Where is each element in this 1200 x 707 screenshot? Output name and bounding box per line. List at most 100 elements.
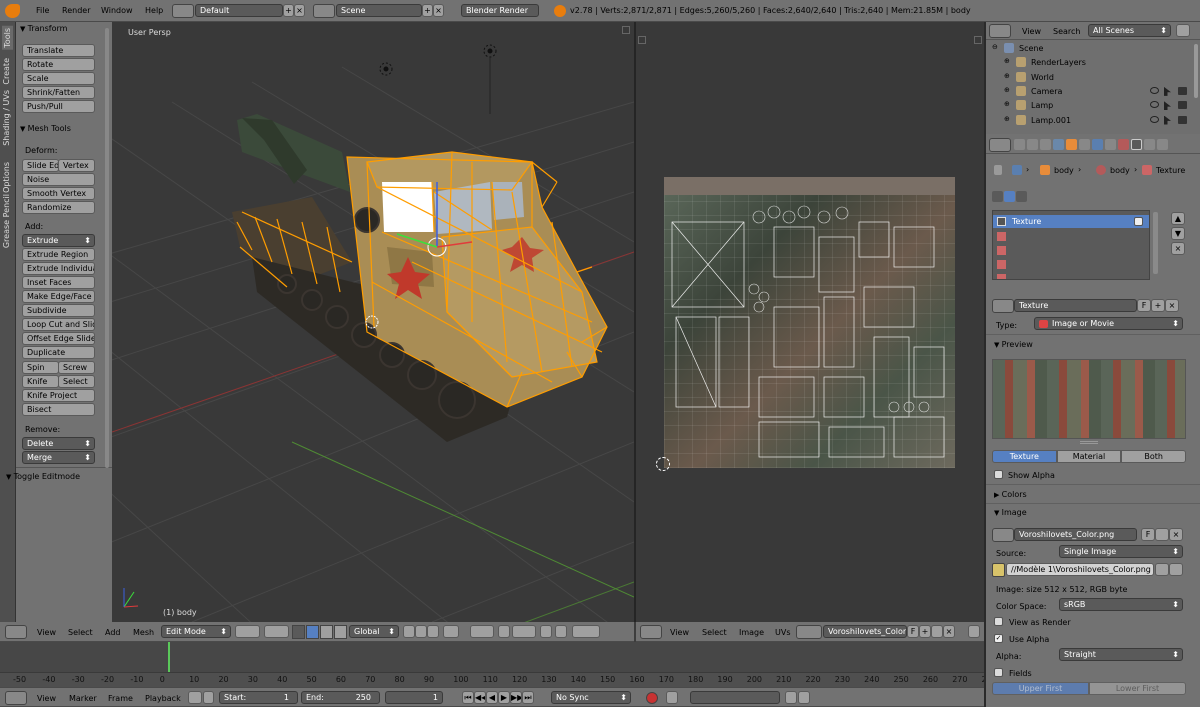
expand-arrow-icon[interactable]: ⊕	[1004, 86, 1010, 94]
other-texture-context-icon[interactable]	[1016, 191, 1027, 202]
image-pin-button[interactable]	[968, 625, 980, 638]
outliner-item-label[interactable]: Scene	[1019, 44, 1043, 53]
particles-tab-icon[interactable]	[1144, 139, 1155, 150]
texture-unlink-button[interactable]: ×	[1165, 299, 1179, 312]
expand-arrow-icon[interactable]: ⊕	[1004, 100, 1010, 108]
rotate-manipulator-icon[interactable]	[320, 625, 333, 639]
renderability-camera-icon[interactable]	[1178, 86, 1187, 95]
texture-slot-empty-icon[interactable]	[997, 274, 1006, 279]
inset-faces-button[interactable]: Inset Faces	[22, 276, 95, 289]
3d-menu-select[interactable]: Select	[68, 628, 93, 637]
editor-type-image-icon[interactable]	[640, 625, 662, 639]
slot-clear-button[interactable]: ×	[1171, 242, 1185, 255]
timeline-lock-button[interactable]	[203, 691, 214, 704]
remove-layout-button[interactable]: ×	[294, 4, 305, 17]
breadcrumb-object[interactable]: body	[1054, 166, 1074, 175]
expand-arrow-icon[interactable]: ⊕	[1004, 57, 1010, 65]
start-frame-field[interactable]: Start: 1	[219, 691, 298, 704]
outliner-item-label[interactable]: Camera	[1031, 87, 1062, 96]
outliner-menu-search[interactable]: Search	[1053, 27, 1080, 36]
jump-end-button[interactable]: ⏭	[522, 691, 534, 704]
uv-menu-view[interactable]: View	[670, 628, 689, 637]
opengl-render-button[interactable]	[572, 625, 600, 638]
editor-type-3d-icon[interactable]	[5, 625, 27, 639]
add-scene-button[interactable]: +	[422, 4, 433, 17]
toolshelf-scrollbar[interactable]	[105, 28, 109, 468]
filepath-browse-button[interactable]	[1155, 563, 1169, 576]
slot-move-up-button[interactable]: ▲	[1171, 212, 1185, 225]
interaction-mode-select[interactable]: Edit Mode ⬍	[161, 625, 231, 638]
remove-scene-button[interactable]: ×	[433, 4, 444, 17]
material-tab-icon[interactable]	[1118, 139, 1129, 150]
end-frame-field[interactable]: End: 250	[301, 691, 380, 704]
world-tab-icon[interactable]	[1053, 139, 1064, 150]
viewport-split-handle-icon[interactable]	[622, 26, 630, 34]
view-as-render-checkbox[interactable]	[994, 617, 1003, 626]
noise-button[interactable]: Noise	[22, 173, 95, 186]
screw-button[interactable]: Screw	[58, 361, 95, 374]
preview-material-tab[interactable]: Material	[1056, 450, 1122, 463]
knife-select-button[interactable]: Select	[58, 375, 95, 388]
scene-field[interactable]: Scene	[336, 4, 422, 17]
outliner-item-label[interactable]: Lamp.001	[1031, 116, 1071, 125]
translate-manipulator-icon[interactable]	[306, 625, 319, 639]
object-tab-icon[interactable]	[1066, 139, 1077, 150]
image-fake-user-button-props[interactable]: F	[1141, 528, 1155, 541]
preview-texture-tab[interactable]: Texture	[992, 450, 1057, 463]
occlude-geometry-button[interactable]	[443, 625, 459, 638]
breadcrumb-texture[interactable]: Texture	[1156, 166, 1185, 175]
uv-image-editor[interactable]	[636, 22, 984, 622]
modifiers-tab-icon[interactable]	[1092, 139, 1103, 150]
randomize-button[interactable]: Randomize	[22, 201, 95, 214]
pivot-point-button[interactable]	[264, 625, 289, 638]
texture-tab-icon[interactable]	[1131, 139, 1142, 150]
render-layers-tab-icon[interactable]	[1027, 139, 1038, 150]
outliner-item[interactable]: ⊕ World	[986, 70, 1191, 84]
visibility-eye-icon[interactable]	[1150, 86, 1159, 94]
outliner-item[interactable]: ⊖ Scene	[986, 41, 1191, 55]
show-alpha-checkbox[interactable]	[994, 470, 1003, 479]
outliner-item[interactable]: ⊕ Lamp	[986, 98, 1191, 112]
slide-edge-button[interactable]: Slide Ed	[22, 159, 59, 172]
physics-tab-icon[interactable]	[1157, 139, 1168, 150]
scale-button[interactable]: Scale	[22, 72, 95, 85]
delete-keyframe-button[interactable]	[798, 691, 810, 704]
scale-manipulator-icon[interactable]	[334, 625, 347, 639]
select-mode-face-button[interactable]	[427, 625, 439, 638]
menu-file[interactable]: File	[36, 6, 49, 15]
uv-menu-image[interactable]: Image	[739, 628, 764, 637]
menu-help[interactable]: Help	[145, 6, 163, 15]
snap-element-button[interactable]	[512, 625, 536, 638]
expand-arrow-icon[interactable]: ⊕	[1004, 72, 1010, 80]
snap-toggle-button[interactable]	[498, 625, 510, 638]
proportional-edit-button[interactable]	[470, 625, 494, 638]
image-unlink-button[interactable]: ×	[943, 625, 955, 638]
image-new-button[interactable]: +	[919, 625, 931, 638]
texture-slot-empty-icon[interactable]	[997, 246, 1006, 255]
scene-tab-icon[interactable]	[1040, 139, 1051, 150]
subdivide-button[interactable]: Subdivide	[22, 304, 95, 317]
breadcrumb-material[interactable]: body	[1110, 166, 1130, 175]
menu-render[interactable]: Render	[62, 6, 90, 15]
expand-arrow-icon[interactable]: ⊖	[992, 43, 998, 51]
scene-icon[interactable]	[313, 4, 335, 18]
image-filepath-field[interactable]: //Modèle 1\Voroshilovets_Color.png	[1006, 563, 1154, 576]
keying-set-field[interactable]	[690, 691, 780, 704]
render-engine-select[interactable]: Blender Render	[461, 4, 539, 17]
slot-move-down-button[interactable]: ▼	[1171, 227, 1185, 240]
prev-keyframe-button[interactable]: ◀◀	[474, 691, 486, 704]
renderability-camera-icon[interactable]	[1178, 101, 1187, 110]
texture-datablock-icon[interactable]	[992, 299, 1014, 313]
lower-first-tab[interactable]: Lower First	[1089, 682, 1186, 695]
use-alpha-checkbox[interactable]: ✓	[994, 634, 1003, 643]
visibility-eye-icon[interactable]	[1150, 101, 1159, 109]
texture-slot-empty-icon[interactable]	[997, 260, 1006, 269]
transform-panel-header[interactable]: ▼ Transform	[20, 24, 67, 33]
image-unlink-button-props[interactable]: ×	[1169, 528, 1183, 541]
outliner-item[interactable]: ⊕ Camera	[986, 84, 1191, 98]
merge-select[interactable]: Merge ⬍	[22, 451, 95, 464]
tab-options[interactable]: Options	[2, 162, 11, 193]
push-pull-button[interactable]: Push/Pull	[22, 100, 95, 113]
viewport-shading-button[interactable]	[235, 625, 260, 638]
texture-slot-enabled-checkbox[interactable]	[1134, 217, 1143, 226]
